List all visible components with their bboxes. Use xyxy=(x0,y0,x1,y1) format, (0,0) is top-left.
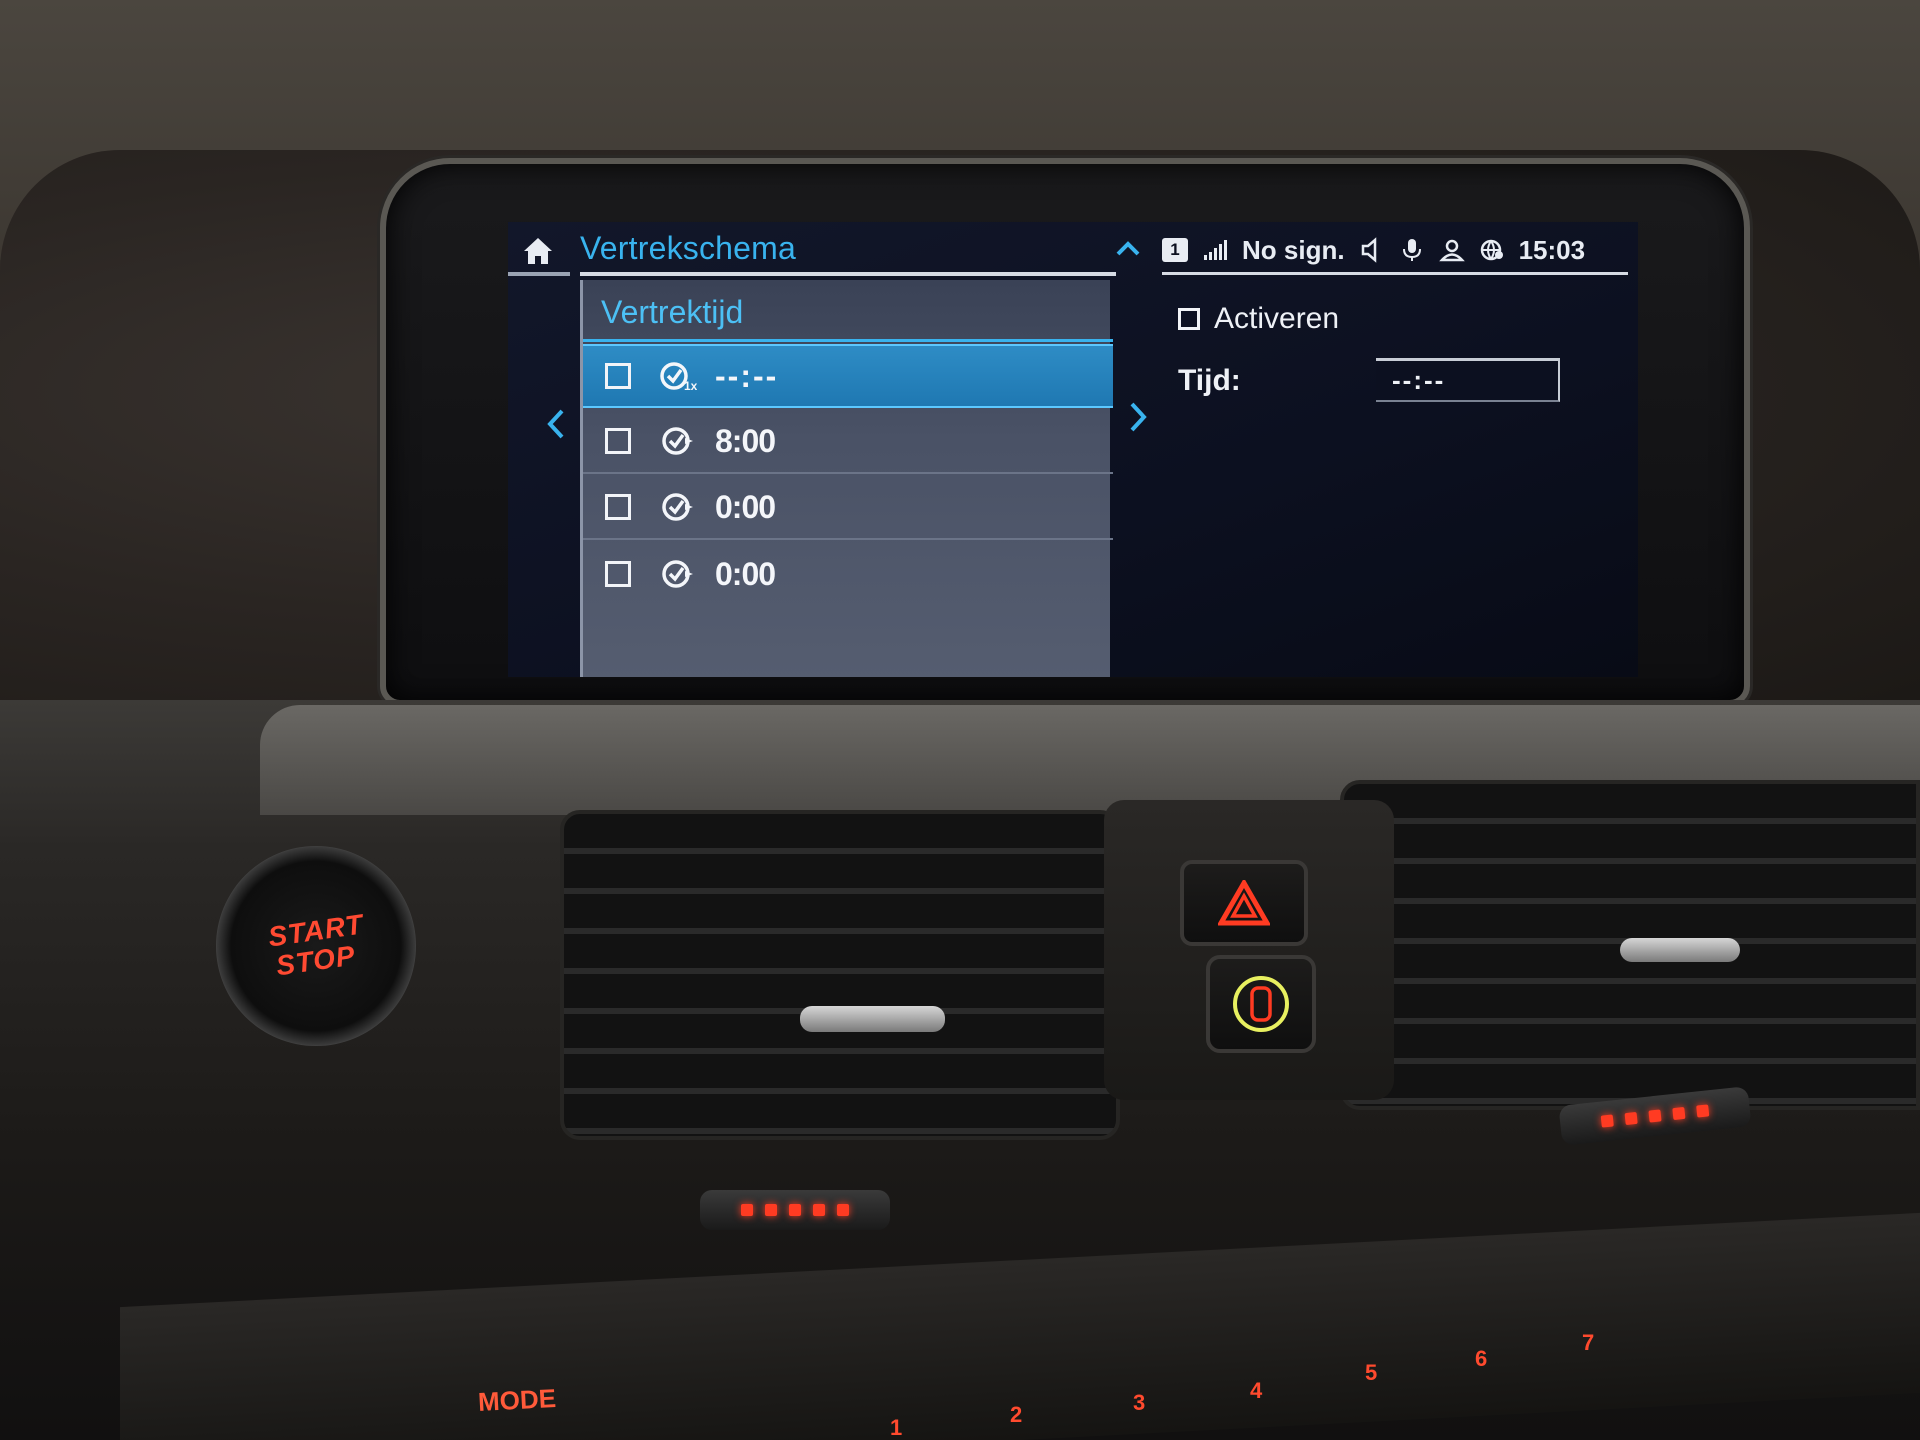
led xyxy=(765,1204,777,1216)
mode-button[interactable]: MODE xyxy=(477,1383,557,1418)
preset-button-6[interactable]: 6 xyxy=(1475,1346,1487,1372)
led xyxy=(1624,1111,1638,1126)
user-profile-icon[interactable] xyxy=(1438,237,1465,263)
row-time: 0:00 xyxy=(715,488,776,525)
start-stop-button[interactable]: START STOP xyxy=(216,846,416,1046)
row-checkbox[interactable] xyxy=(605,561,631,587)
connected-services-icon[interactable] xyxy=(1479,237,1505,263)
sim-slot-badge: 1 xyxy=(1162,238,1188,262)
central-lock-button[interactable] xyxy=(1206,955,1316,1053)
led xyxy=(1672,1106,1686,1121)
clock: 15:03 xyxy=(1518,234,1586,265)
seat-heating-indicator-left xyxy=(700,1190,890,1230)
activate-toggle[interactable]: Activeren xyxy=(1178,302,1339,336)
led xyxy=(813,1204,825,1216)
microphone-icon[interactable] xyxy=(1399,237,1425,263)
title-underline xyxy=(580,272,1116,276)
infotainment-screen: Vertrekschema 1 No sign. 15:03 Vertrekti… xyxy=(508,222,1638,677)
activate-label: Activeren xyxy=(1214,302,1340,335)
list-item[interactable]: 0:00 xyxy=(583,476,1113,540)
row-time: 0:00 xyxy=(715,555,776,592)
vent-tab-left[interactable] xyxy=(800,1006,945,1032)
preset-button-2[interactable]: 2 xyxy=(1010,1402,1022,1428)
preset-button-4[interactable]: 4 xyxy=(1250,1378,1262,1404)
hazard-housing xyxy=(1104,800,1394,1100)
list-item[interactable]: 8:00 xyxy=(583,410,1113,474)
page-title: Vertrekschema xyxy=(580,230,797,266)
car-lock-icon xyxy=(1233,976,1289,1032)
led xyxy=(1600,1114,1614,1128)
departure-time-list: Vertrektijd 1x --:-- 8:00 0:00 0:00 xyxy=(580,280,1113,677)
home-underline xyxy=(508,272,570,276)
home-icon[interactable] xyxy=(522,236,554,266)
preset-button-7[interactable]: 7 xyxy=(1582,1330,1594,1356)
list-header: Vertrektijd xyxy=(583,280,1113,342)
led xyxy=(1696,1104,1710,1118)
vent-tab-right[interactable] xyxy=(1620,938,1740,962)
led xyxy=(837,1204,849,1216)
led xyxy=(1648,1109,1662,1123)
hazard-button[interactable] xyxy=(1180,860,1308,946)
timer-icon xyxy=(662,560,693,588)
activate-checkbox[interactable] xyxy=(1178,308,1200,330)
signal-bars-icon xyxy=(1204,240,1227,260)
preset-button-3[interactable]: 3 xyxy=(1133,1390,1145,1416)
led xyxy=(789,1204,801,1216)
air-vent-left xyxy=(560,810,1120,1140)
row-time: --:-- xyxy=(715,357,779,394)
status-bar: 1 No sign. 15:03 xyxy=(1162,232,1632,268)
row-checkbox[interactable] xyxy=(605,428,631,454)
timer-once-badge: 1x xyxy=(684,379,697,393)
row-time: 8:00 xyxy=(715,422,776,459)
time-label: Tijd: xyxy=(1178,364,1241,397)
list-item[interactable]: 0:00 xyxy=(583,542,1113,606)
speaker-muted-icon[interactable] xyxy=(1359,237,1385,263)
list-header-text: Vertrektijd xyxy=(601,294,744,330)
chevron-right-icon[interactable] xyxy=(1128,400,1150,434)
preset-button-1[interactable]: 1 xyxy=(890,1415,902,1440)
preset-button-5[interactable]: 5 xyxy=(1365,1360,1377,1386)
row-checkbox[interactable] xyxy=(605,363,631,389)
signal-status-text: No sign. xyxy=(1242,234,1345,265)
timer-icon xyxy=(662,427,693,455)
status-underline xyxy=(1162,272,1628,275)
detail-panel: Activeren Tijd: --:-- xyxy=(1162,280,1632,660)
chevron-up-icon[interactable] xyxy=(1114,238,1142,258)
list-item[interactable]: 1x --:-- xyxy=(583,344,1113,408)
time-field[interactable]: --:-- xyxy=(1376,358,1560,402)
top-bar: Vertrekschema 1 No sign. 15:03 xyxy=(508,222,1638,278)
timer-once-icon: 1x xyxy=(660,362,697,393)
timer-icon xyxy=(662,493,693,521)
hazard-triangle-icon xyxy=(1218,880,1270,926)
led xyxy=(741,1204,753,1216)
row-checkbox[interactable] xyxy=(605,494,631,520)
chevron-left-icon[interactable] xyxy=(544,407,566,441)
